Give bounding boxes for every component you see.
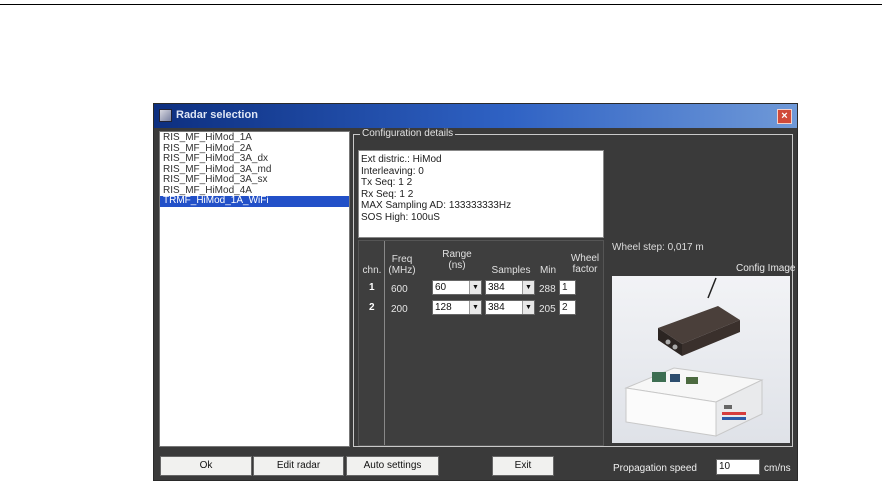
propagation-speed-input[interactable]: 10 bbox=[716, 459, 760, 475]
auto-settings-button[interactable]: Auto settings bbox=[346, 456, 439, 476]
column-divider bbox=[384, 241, 385, 445]
configuration-details-box: Ext distric.: HiMod Interleaving: 0 Tx S… bbox=[358, 150, 604, 238]
channel-freq: 600 bbox=[391, 284, 408, 295]
header-wheel-line2: factor bbox=[572, 264, 598, 275]
detail-line: Interleaving: 0 bbox=[361, 165, 424, 177]
exit-button[interactable]: Exit bbox=[492, 456, 554, 476]
range-value: 128 bbox=[435, 302, 452, 313]
channel-number: 2 bbox=[369, 302, 375, 313]
propagation-speed-label: Propagation speed bbox=[613, 463, 697, 474]
chevron-down-icon[interactable]: ▼ bbox=[522, 301, 534, 314]
app-icon bbox=[159, 109, 172, 122]
channel-freq: 200 bbox=[391, 304, 408, 315]
propagation-speed-unit: cm/ns bbox=[764, 463, 791, 474]
radar-device-illustration bbox=[612, 276, 790, 443]
samples-value: 384 bbox=[488, 282, 505, 293]
header-range-line1: Range bbox=[442, 249, 472, 260]
wheel-factor-input[interactable]: 1 bbox=[559, 280, 576, 295]
channel-number: 1 bbox=[369, 282, 375, 293]
channel-min: 205 bbox=[539, 304, 556, 315]
samples-value: 384 bbox=[488, 302, 505, 313]
chevron-down-icon[interactable]: ▼ bbox=[469, 281, 481, 294]
channel-table: chn. Freq (MHz) Range (ns) Samples Min W… bbox=[358, 240, 604, 446]
radar-list-item[interactable]: RIS_MF_HiMod_3A_dx bbox=[160, 153, 349, 165]
header-range-line2: (ns) bbox=[448, 260, 466, 271]
range-select[interactable]: 128 ▼ bbox=[432, 300, 482, 315]
radar-list-item[interactable]: RIS_MF_HiMod_3A_sx bbox=[160, 174, 349, 186]
ok-button[interactable]: Ok bbox=[160, 456, 252, 476]
title-bar[interactable]: Radar selection × bbox=[154, 104, 797, 128]
detail-line: Ext distric.: HiMod bbox=[361, 154, 442, 165]
header-freq: Freq (MHz) bbox=[387, 254, 417, 276]
header-wheel-line1: Wheel bbox=[570, 253, 600, 264]
radar-list-item-selected[interactable]: TRMF_HiMod_1A_WiFi bbox=[160, 195, 349, 207]
window-title: Radar selection bbox=[176, 109, 258, 121]
range-select[interactable]: 60 ▼ bbox=[432, 280, 482, 295]
header-freq-line2: (MHz) bbox=[388, 265, 416, 276]
channel-min: 288 bbox=[539, 284, 556, 295]
config-image bbox=[612, 276, 790, 443]
header-wheel-factor: Wheel factor bbox=[568, 253, 602, 275]
detail-line: SOS High: 100uS bbox=[361, 211, 440, 223]
edit-radar-button[interactable]: Edit radar bbox=[253, 456, 344, 476]
detail-line: Tx Seq: 1 2 bbox=[361, 177, 413, 188]
wheel-step-label: Wheel step: 0,017 m bbox=[612, 242, 704, 253]
header-chn: chn. bbox=[362, 265, 382, 276]
samples-select[interactable]: 384 ▼ bbox=[485, 300, 535, 315]
header-samples: Samples bbox=[491, 265, 531, 276]
detail-line: MAX Sampling AD: 133333333Hz bbox=[361, 200, 512, 211]
detail-line: Rx Seq: 1 2 bbox=[361, 188, 414, 200]
header-min: Min bbox=[539, 265, 557, 276]
top-rule bbox=[0, 4, 882, 5]
config-image-label: Config Image bbox=[736, 263, 796, 274]
wheel-factor-input[interactable]: 2 bbox=[559, 300, 576, 315]
chevron-down-icon[interactable]: ▼ bbox=[469, 301, 481, 314]
header-range: Range (ns) bbox=[437, 249, 477, 271]
radar-list[interactable]: RIS_MF_HiMod_1A RIS_MF_HiMod_2A RIS_MF_H… bbox=[159, 131, 350, 447]
radar-selection-dialog: Radar selection × RIS_MF_HiMod_1A RIS_MF… bbox=[153, 103, 798, 481]
radar-list-item[interactable]: RIS_MF_HiMod_1A bbox=[160, 132, 349, 144]
close-button[interactable]: × bbox=[777, 109, 792, 124]
configuration-legend: Configuration details bbox=[360, 128, 456, 139]
samples-select[interactable]: 384 ▼ bbox=[485, 280, 535, 295]
header-freq-line1: Freq bbox=[391, 254, 413, 265]
chevron-down-icon[interactable]: ▼ bbox=[522, 281, 534, 294]
range-value: 60 bbox=[435, 282, 447, 293]
